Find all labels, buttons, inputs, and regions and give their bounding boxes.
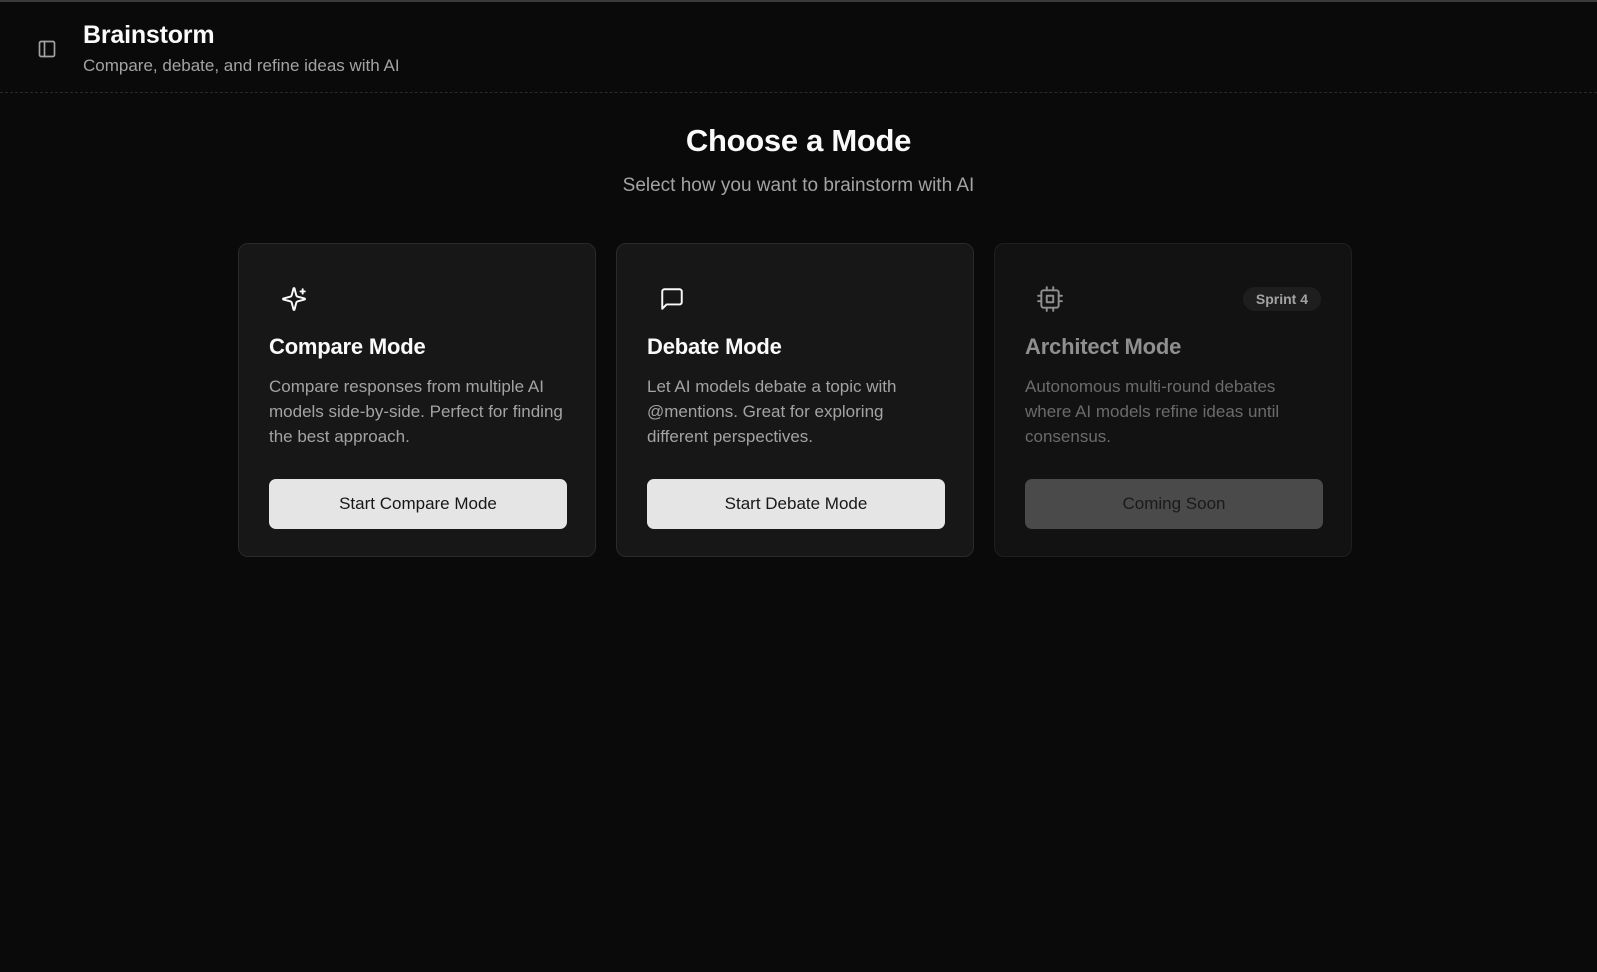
page-subtitle: Select how you want to brainstorm with A… (622, 175, 975, 196)
sidebar-toggle-button[interactable] (37, 39, 57, 59)
header-text: Brainstorm Compare, debate, and refine i… (83, 18, 400, 78)
card-description: Compare responses from multiple AI model… (269, 377, 563, 446)
compare-mode-card: Compare Mode Compare responses from mult… (238, 243, 596, 557)
sprint-badge: Sprint 4 (1242, 287, 1321, 311)
cpu-chip-icon (1037, 286, 1063, 312)
sparkles-icon (282, 287, 306, 311)
mode-cards: Compare Mode Compare responses from mult… (238, 243, 1352, 557)
message-square-icon (661, 288, 683, 310)
card-title: Compare Mode (269, 334, 426, 359)
start-compare-mode-button[interactable]: Start Compare Mode (269, 479, 567, 529)
architect-mode-card: Sprint 4 Architect Mode Autonomous multi… (994, 243, 1352, 557)
debate-mode-card: Debate Mode Let AI models debate a topic… (616, 243, 974, 557)
start-debate-mode-button[interactable]: Start Debate Mode (647, 479, 945, 529)
card-title: Architect Mode (1025, 334, 1182, 359)
app-header: Brainstorm Compare, debate, and refine i… (0, 2, 1597, 93)
card-description: Autonomous multi-round debates where AI … (1025, 377, 1280, 446)
card-description: Let AI models debate a topic with @menti… (647, 377, 897, 446)
page-title: Choose a Mode (685, 123, 912, 158)
coming-soon-button[interactable]: Coming Soon (1025, 479, 1323, 529)
card-title: Debate Mode (647, 334, 782, 359)
sidebar-panel-icon (38, 40, 56, 58)
app-title: Brainstorm (83, 21, 215, 49)
app-subtitle: Compare, debate, and refine ideas with A… (83, 56, 400, 75)
